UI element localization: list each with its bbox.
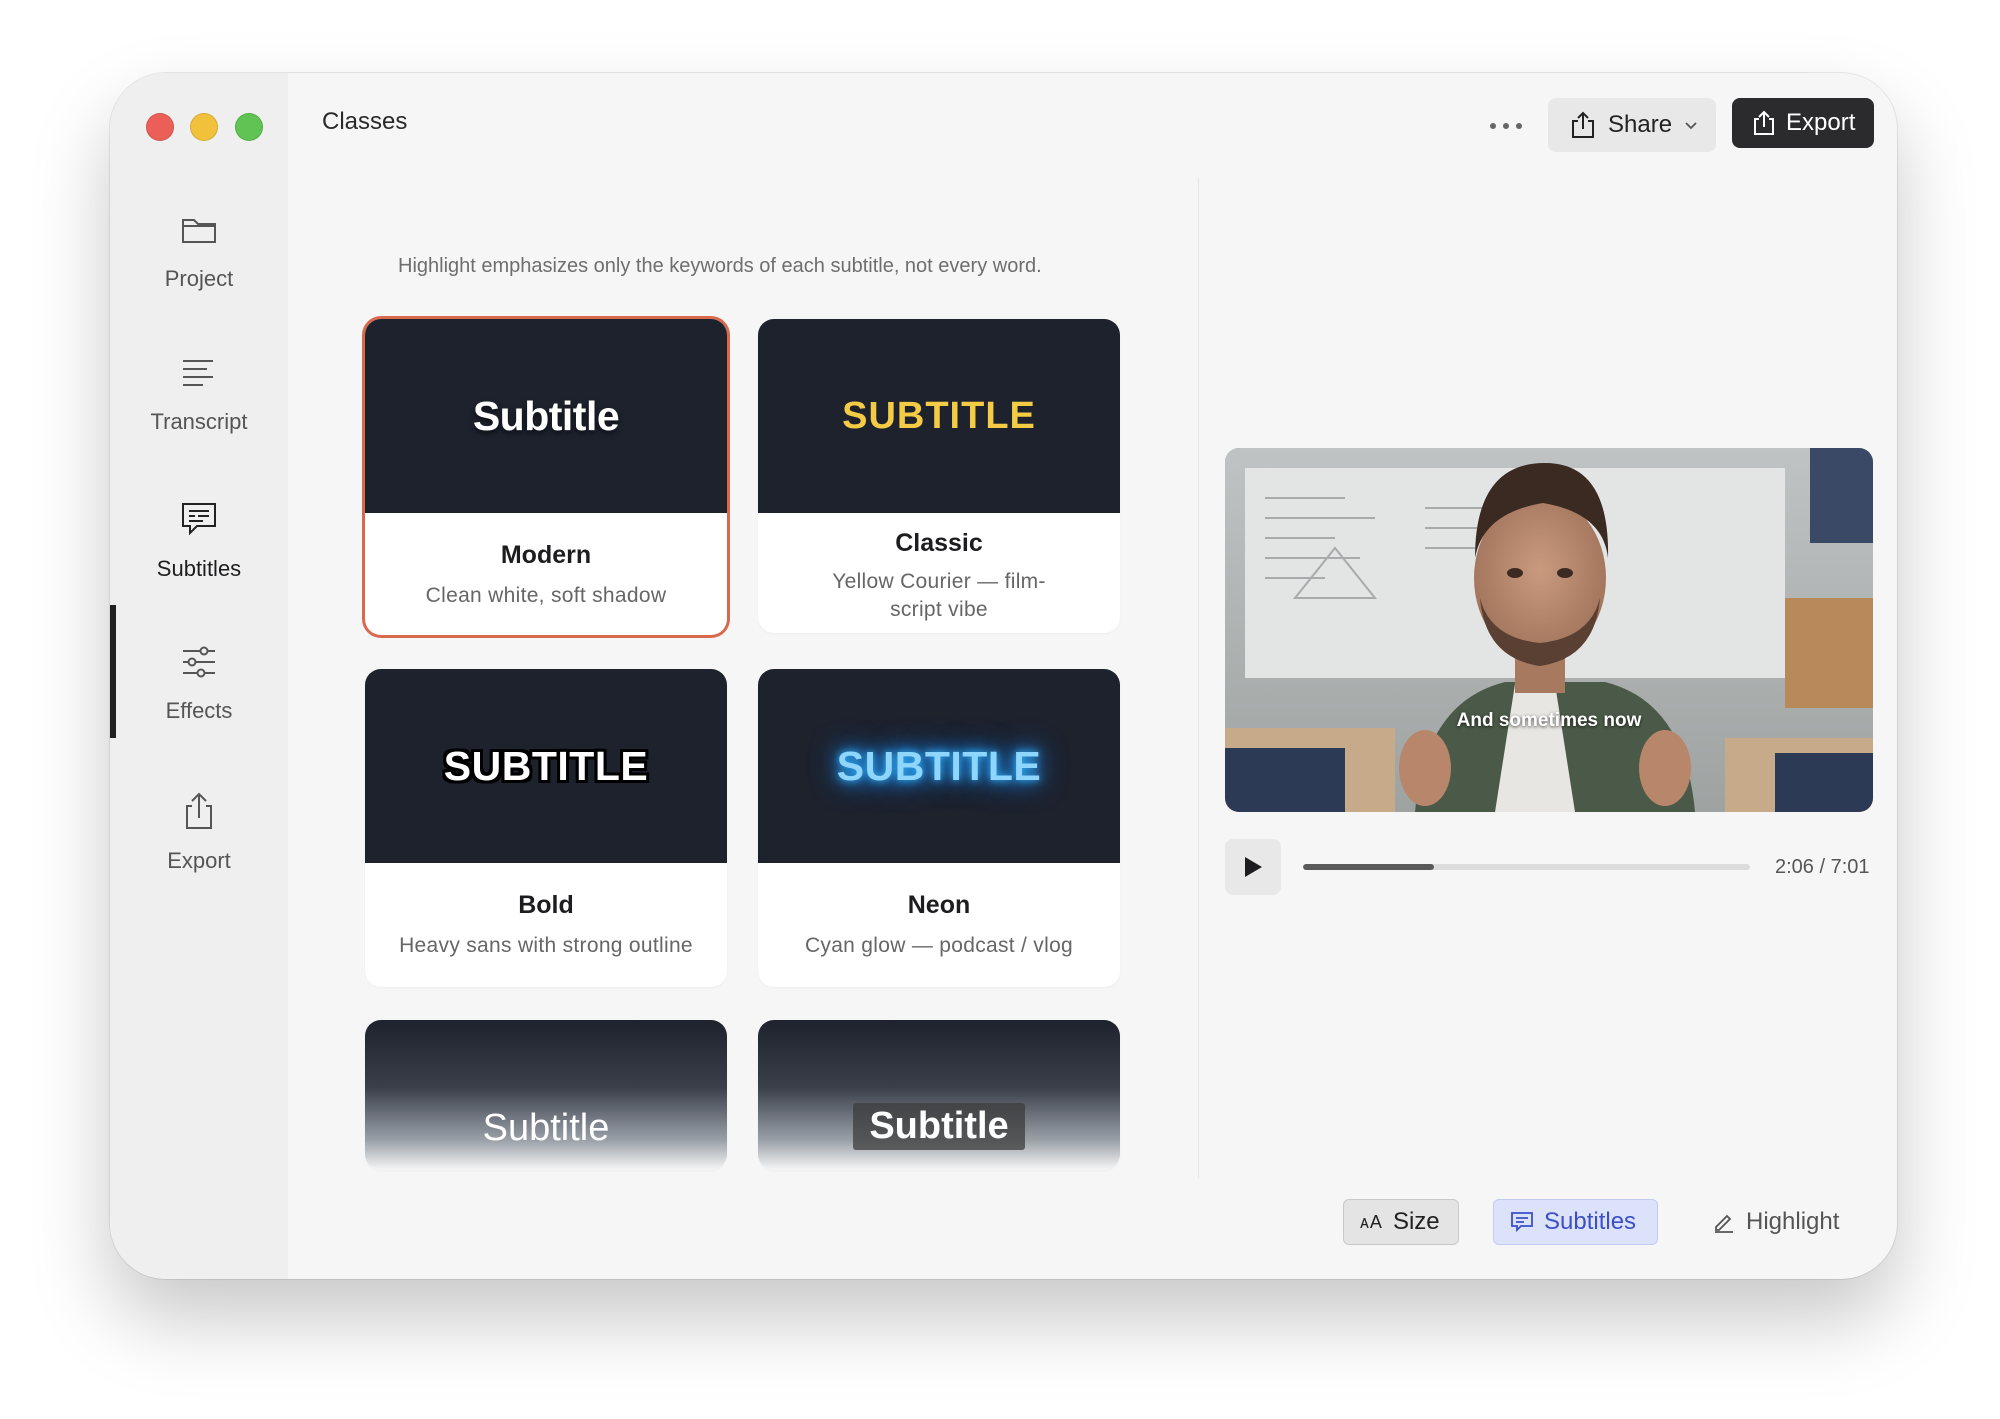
style-card-boxed[interactable]: Subtitle: [758, 1020, 1120, 1170]
style-card-light[interactable]: Subtitle: [365, 1020, 727, 1170]
style-description: Clean white, soft shadow: [425, 584, 667, 607]
panel-divider: [1198, 178, 1199, 1178]
style-name: Neon: [907, 891, 971, 919]
sidebar-item-label: Subtitles: [156, 556, 242, 581]
subtitles-button[interactable]: Subtitles: [1493, 1199, 1658, 1245]
playback-scrubber[interactable]: [1303, 864, 1750, 870]
play-button[interactable]: [1225, 839, 1281, 895]
size-label: Size: [1392, 1208, 1440, 1235]
style-description: Yellow Courier — film-script vibe: [832, 570, 1046, 621]
video-frame-image: [1225, 448, 1873, 812]
style-name: Bold: [518, 891, 574, 919]
chevron-down-icon: [1685, 122, 1697, 130]
style-description: Heavy sans with strong outline: [399, 934, 693, 957]
style-card-bold[interactable]: SUBTITLE Bold Heavy sans with strong out…: [365, 669, 727, 987]
playback-progress: [1303, 864, 1434, 870]
sidebar-item-export[interactable]: Export: [110, 790, 288, 910]
share-button[interactable]: Share: [1548, 98, 1716, 152]
style-name: Modern: [500, 541, 592, 569]
window-title: Classes: [322, 108, 408, 135]
style-preview: SUBTITLE: [758, 319, 1120, 513]
style-name: Classic: [895, 529, 983, 557]
font-size-icon: ᴀA: [1360, 1211, 1383, 1232]
chat-bubble-icon: [182, 503, 216, 536]
style-card-classic[interactable]: SUBTITLE Classic Yellow Courier — film-s…: [758, 319, 1120, 633]
style-preview: Subtitle: [758, 1020, 1120, 1170]
more-options-button[interactable]: [1480, 111, 1532, 141]
style-preview: Subtitle: [365, 1020, 727, 1170]
share-label: Share: [1608, 111, 1673, 138]
chat-bubble-icon: [1511, 1212, 1533, 1233]
subtitles-label: Subtitles: [1544, 1208, 1637, 1235]
text-lines-icon: [183, 360, 213, 386]
sidebar-item-label: Export: [167, 848, 231, 873]
video-preview[interactable]: And sometimes now: [1225, 448, 1873, 812]
share-icon: [186, 792, 212, 829]
sliders-icon: [183, 646, 215, 678]
sidebar-item-subtitles[interactable]: Subtitles: [110, 498, 288, 618]
minimize-window-button[interactable]: [190, 113, 218, 141]
sidebar-item-effects[interactable]: Effects: [110, 640, 288, 760]
export-button[interactable]: Export: [1732, 98, 1874, 148]
sidebar-item-label: Effects: [165, 698, 233, 723]
ellipsis-icon: [1490, 123, 1496, 129]
export-icon: [1754, 110, 1774, 135]
share-icon: [1572, 111, 1594, 138]
highlight-button[interactable]: Highlight: [1706, 1199, 1846, 1245]
preview-text: SUBTITLE: [842, 394, 1036, 437]
playback-time: 2:06 / 7:01: [1775, 856, 1870, 878]
style-preview: SUBTITLE: [365, 669, 727, 863]
preview-text: Subtitle: [482, 1107, 610, 1149]
style-card-modern[interactable]: Subtitle Modern Clean white, soft shadow: [365, 319, 727, 635]
preview-text: Subtitle: [853, 1103, 1025, 1150]
preview-text: SUBTITLE: [443, 742, 649, 789]
style-card-neon[interactable]: SUBTITLE Neon Cyan glow — podcast / vlog: [758, 669, 1120, 987]
sidebar-item-label: Transcript: [150, 409, 248, 434]
style-description: Cyan glow — podcast / vlog: [804, 934, 1074, 957]
style-preview: Subtitle: [365, 319, 727, 513]
style-preview: SUBTITLE: [758, 669, 1120, 863]
export-label: Export: [1786, 109, 1856, 136]
preview-text: Subtitle: [472, 392, 620, 439]
preview-text: SUBTITLE: [836, 742, 1042, 789]
highlight-label: Highlight: [1746, 1208, 1840, 1235]
close-window-button[interactable]: [146, 113, 174, 141]
sidebar: Project Transcript Subtitles Effects Exp…: [110, 73, 288, 1279]
folder-icon: [182, 219, 216, 243]
highlight-hint: Highlight emphasizes only the keywords o…: [398, 255, 1042, 277]
sidebar-item-transcript[interactable]: Transcript: [110, 351, 288, 471]
subtitle-caption: And sometimes now: [1456, 710, 1642, 731]
play-icon: [1245, 857, 1262, 877]
zoom-window-button[interactable]: [235, 113, 263, 141]
sidebar-item-project[interactable]: Project: [110, 208, 288, 328]
app-window: Project Transcript Subtitles Effects Exp…: [110, 73, 1897, 1279]
sidebar-item-label: Project: [164, 266, 234, 291]
pen-icon: [1715, 1214, 1733, 1233]
size-button[interactable]: ᴀA Size: [1343, 1199, 1459, 1245]
